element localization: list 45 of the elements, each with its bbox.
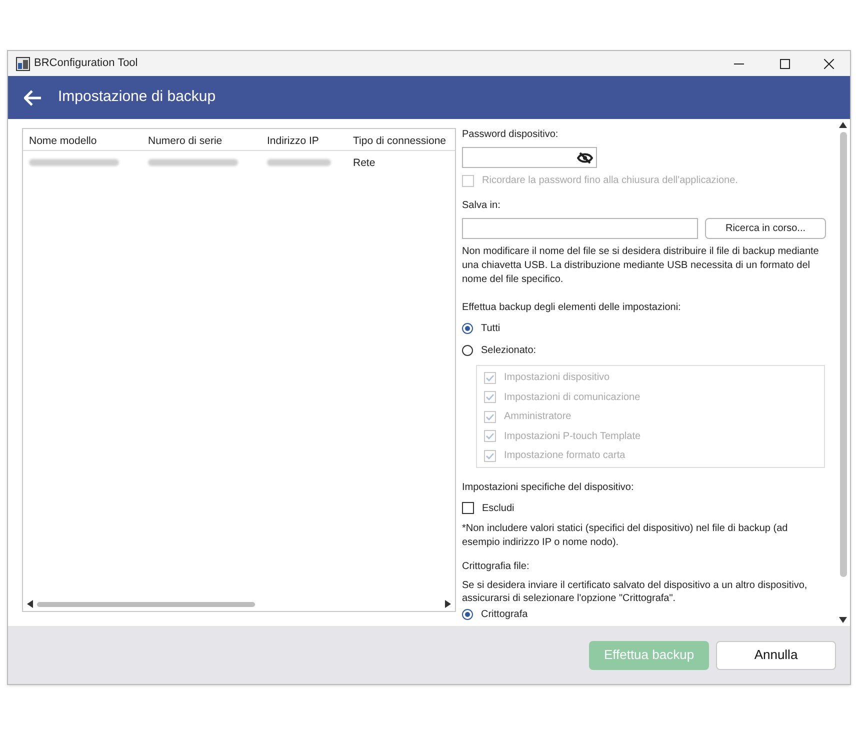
checkbox-label: Impostazioni di comunicazione xyxy=(504,390,640,405)
scroll-right-icon[interactable] xyxy=(445,600,451,608)
radio-button[interactable] xyxy=(462,323,473,334)
checkbox-label: Impostazioni P-touch Template xyxy=(504,430,641,444)
column-header[interactable]: Indirizzo IP xyxy=(267,134,319,146)
column-header[interactable]: Numero di serie xyxy=(148,134,222,146)
hidden-eye-icon[interactable] xyxy=(577,152,593,164)
radio-label: Tutti xyxy=(481,322,500,336)
field-label: Password dispositivo: xyxy=(462,128,560,142)
radio-button[interactable] xyxy=(462,345,473,356)
checkbox-label: Amministratore xyxy=(504,410,572,424)
radio-label: Crittografa xyxy=(481,608,528,622)
page-title: Impostazione di backup xyxy=(58,87,216,108)
vertical-scrollbar-thumb[interactable] xyxy=(840,132,846,577)
field-label: Effettua backup degli elementi delle impostazioni: xyxy=(462,301,682,315)
note-text: Non modificare il nome del file se si desidera distribuire il file di backup mediante una chiavetta USB. La distribuzione mediante USB necessita di un formato del nome del file specifico. xyxy=(462,245,820,287)
radio-label: Selezionato: xyxy=(481,344,536,358)
checkbox-label: Ricordare la password fino alla chiusura dell'applicazione. xyxy=(482,174,738,188)
note-text: Se si desidera inviare il certificato salvato del dispositivo a un altro dispositivo, assicurarsi di selezionare l'opzione "Crittografa". xyxy=(462,578,808,604)
checkbox-label: Impostazione formato carta xyxy=(504,449,626,464)
field-label: Impostazioni specifiche del dispositivo: xyxy=(462,480,635,494)
table-cell: Rete xyxy=(353,157,376,169)
scroll-left-icon[interactable] xyxy=(27,600,33,608)
close-icon[interactable] xyxy=(824,58,834,68)
checkbox-label: Impostazioni dispositivo xyxy=(504,371,610,386)
scroll-up-icon[interactable] xyxy=(839,122,847,128)
browse-button[interactable]: Ricerca in corso... xyxy=(705,218,826,239)
window-title: BRConfiguration Tool xyxy=(34,56,138,72)
note-text: *Non includere valori statici (specifici del dispositivo) nel file di backup (ad esempio indirizzo IP o nome nodo). xyxy=(462,522,789,550)
cancel-button[interactable]: Annulla xyxy=(716,640,836,670)
blurred-cell xyxy=(267,158,331,166)
horizontal-scrollbar-thumb[interactable] xyxy=(37,602,255,606)
field-label: Salva in: xyxy=(462,199,502,213)
app-icon xyxy=(16,56,30,70)
back-arrow-icon[interactable] xyxy=(24,90,42,106)
column-header[interactable]: Nome modello xyxy=(29,134,97,146)
password-field[interactable] xyxy=(462,147,597,168)
radio-button[interactable] xyxy=(462,608,473,620)
field-label: Crittografia file: xyxy=(462,560,530,574)
scroll-down-icon[interactable] xyxy=(839,617,847,623)
checkbox-label: Escludi xyxy=(482,502,514,516)
maximize-icon[interactable] xyxy=(780,58,790,68)
column-header[interactable]: Tipo di connessione xyxy=(353,134,446,146)
checkbox[interactable] xyxy=(462,502,474,514)
save-path-field[interactable] xyxy=(462,218,698,239)
